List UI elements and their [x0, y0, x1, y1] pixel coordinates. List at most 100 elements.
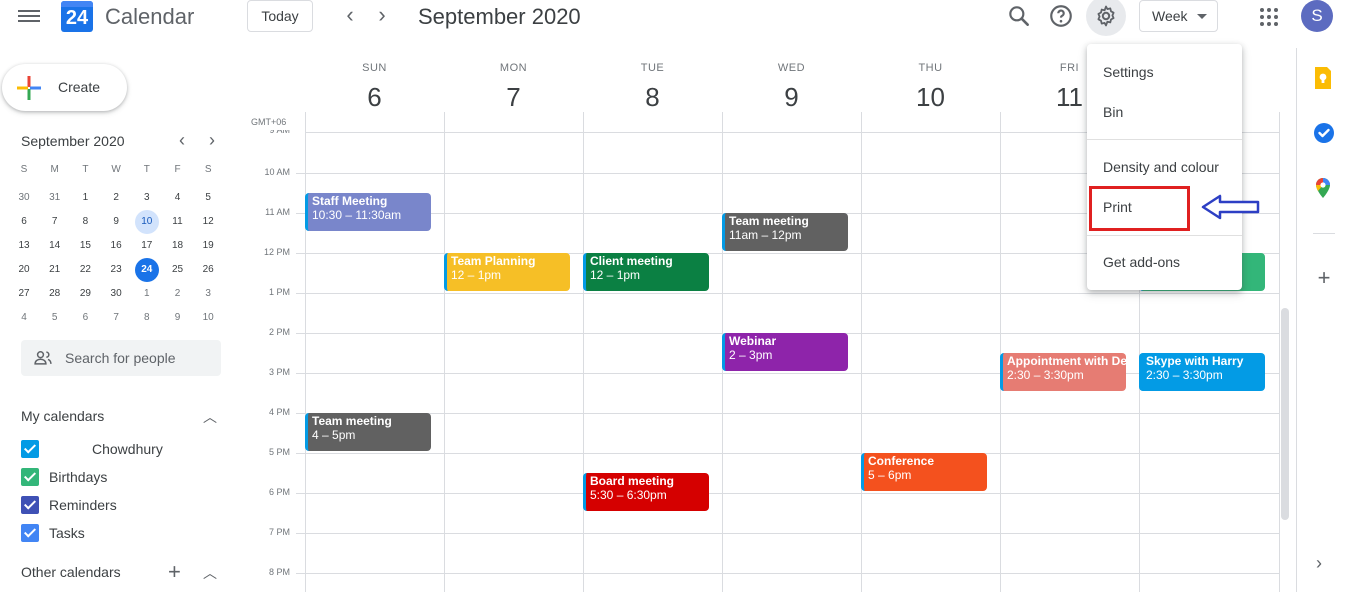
calendar-event[interactable]: Client meeting 12 – 1pm: [583, 253, 709, 291]
mini-calendar-day[interactable]: 5: [43, 306, 67, 330]
add-icon[interactable]: +: [1313, 267, 1335, 289]
mini-calendar-day[interactable]: 31: [43, 186, 67, 210]
mini-calendar-day[interactable]: 9: [104, 210, 128, 234]
day-number[interactable]: 8: [583, 82, 722, 113]
mini-calendar-day[interactable]: 8: [73, 210, 97, 234]
menu-item-settings[interactable]: Settings: [1103, 64, 1154, 80]
day-column-header[interactable]: TUE 8: [583, 62, 722, 113]
previous-period-button[interactable]: ‹: [338, 4, 362, 28]
mini-calendar-day[interactable]: 6: [73, 306, 97, 330]
mini-calendar-day[interactable]: 30: [104, 282, 128, 306]
main-menu-icon[interactable]: [18, 7, 40, 25]
mini-calendar-day[interactable]: 4: [166, 186, 190, 210]
calendar-event[interactable]: Team meeting 4 – 5pm: [305, 413, 431, 451]
calendar-item[interactable]: Birthdays: [21, 466, 201, 488]
chevron-right-icon[interactable]: ›: [1316, 553, 1322, 574]
mini-calendar-day[interactable]: 3: [135, 186, 159, 210]
help-icon[interactable]: [1048, 3, 1074, 29]
mini-calendar-day[interactable]: 14: [43, 234, 67, 258]
google-apps-icon[interactable]: [1259, 7, 1279, 27]
checkbox-checked-icon[interactable]: [21, 496, 39, 514]
mini-calendar-day[interactable]: 30: [12, 186, 36, 210]
mini-calendar-day[interactable]: 5: [196, 186, 220, 210]
calendar-event[interactable]: Appointment with Dentist2:30 – 3:30pm: [1000, 353, 1126, 391]
mini-calendar-day[interactable]: 18: [166, 234, 190, 258]
calendar-item[interactable]: Reminders: [21, 494, 201, 516]
calendar-item[interactable]: Chowdhury: [21, 438, 201, 460]
mini-calendar-day[interactable]: 11: [166, 210, 190, 234]
day-column-header[interactable]: THU 10: [861, 62, 1000, 113]
mini-calendar-day[interactable]: 12: [196, 210, 220, 234]
day-number[interactable]: 10: [861, 82, 1000, 113]
search-people-input[interactable]: Search for people: [21, 340, 221, 376]
chevron-up-icon[interactable]: ︿: [203, 563, 217, 583]
today-button[interactable]: Today: [247, 0, 313, 32]
mini-calendar-day[interactable]: 26: [196, 258, 220, 282]
tasks-icon[interactable]: [1313, 122, 1335, 144]
add-calendar-plus-icon[interactable]: +: [168, 559, 181, 585]
day-column-header[interactable]: MON 7: [444, 62, 583, 113]
mini-calendar-day[interactable]: 8: [135, 306, 159, 330]
mini-calendar-day[interactable]: 23: [104, 258, 128, 282]
mini-calendar-day[interactable]: 4: [12, 306, 36, 330]
mini-calendar-day[interactable]: 2: [166, 282, 190, 306]
calendar-event[interactable]: Webinar 2 – 3pm: [722, 333, 848, 371]
calendar-event[interactable]: Board meeting 5:30 – 6:30pm: [583, 473, 709, 511]
mini-calendar-day[interactable]: 15: [73, 234, 97, 258]
chevron-up-icon[interactable]: ︿: [203, 407, 217, 427]
maps-icon[interactable]: [1313, 177, 1335, 199]
mini-calendar-day[interactable]: 20: [12, 258, 36, 282]
calendar-event[interactable]: Team meeting 11am – 12pm: [722, 213, 848, 251]
mini-calendar-day[interactable]: 9: [166, 306, 190, 330]
day-column-header[interactable]: WED 9: [722, 62, 861, 113]
menu-item-density-and-colour[interactable]: Density and colour: [1103, 159, 1219, 175]
calendar-event[interactable]: Team Planning 12 – 1pm: [444, 253, 570, 291]
grid-scrollbar[interactable]: [1281, 308, 1289, 520]
day-number[interactable]: 9: [722, 82, 861, 113]
calendar-event[interactable]: Conference 5 – 6pm: [861, 453, 987, 491]
calendar-logo-icon[interactable]: 24: [61, 1, 93, 32]
day-number[interactable]: 7: [444, 82, 583, 113]
mini-calendar-day[interactable]: 3: [196, 282, 220, 306]
mini-calendar-previous-icon[interactable]: ‹: [172, 130, 192, 151]
mini-calendar-day[interactable]: 13: [12, 234, 36, 258]
day-column-header[interactable]: SUN 6: [305, 62, 444, 113]
checkbox-checked-icon[interactable]: [21, 468, 39, 486]
mini-calendar-day[interactable]: 17: [135, 234, 159, 258]
mini-calendar-day[interactable]: 19: [196, 234, 220, 258]
mini-calendar-next-icon[interactable]: ›: [202, 130, 222, 151]
my-calendars-heading[interactable]: My calendars: [21, 408, 104, 424]
calendar-event[interactable]: Staff Meeting 10:30 – 11:30am: [305, 193, 431, 231]
menu-item-get-add-ons[interactable]: Get add-ons: [1103, 254, 1180, 270]
view-select[interactable]: Week: [1139, 0, 1218, 32]
mini-calendar-day[interactable]: 16: [104, 234, 128, 258]
mini-calendar-day[interactable]: 1: [135, 282, 159, 306]
mini-calendar-day[interactable]: 2: [104, 186, 128, 210]
mini-calendar-day[interactable]: 10: [196, 306, 220, 330]
mini-calendar-day[interactable]: 29: [73, 282, 97, 306]
mini-calendar-day[interactable]: 24: [134, 258, 159, 282]
calendar-item[interactable]: Tasks: [21, 522, 201, 544]
checkbox-checked-icon[interactable]: [21, 524, 39, 542]
other-calendars-heading[interactable]: Other calendars: [21, 564, 121, 580]
menu-item-bin[interactable]: Bin: [1103, 104, 1123, 120]
calendar-event[interactable]: Skype with Harry 2:30 – 3:30pm: [1139, 353, 1265, 391]
checkbox-checked-icon[interactable]: [21, 440, 39, 458]
settings-gear-button[interactable]: [1086, 0, 1126, 36]
mini-calendar-day[interactable]: 1: [73, 186, 97, 210]
search-icon[interactable]: [1006, 3, 1032, 29]
create-button[interactable]: Create: [2, 64, 127, 111]
mini-calendar-day[interactable]: 7: [104, 306, 128, 330]
mini-calendar-day[interactable]: 28: [43, 282, 67, 306]
next-period-button[interactable]: ›: [370, 4, 394, 28]
mini-calendar-day[interactable]: 10: [134, 210, 159, 234]
day-number[interactable]: 6: [305, 82, 444, 113]
keep-icon[interactable]: [1313, 67, 1335, 89]
account-avatar[interactable]: S: [1301, 0, 1333, 32]
mini-calendar-day[interactable]: 22: [73, 258, 97, 282]
mini-calendar-day[interactable]: 27: [12, 282, 36, 306]
mini-calendar-day[interactable]: 21: [43, 258, 67, 282]
mini-calendar-day[interactable]: 7: [43, 210, 67, 234]
mini-calendar-day[interactable]: 6: [12, 210, 36, 234]
mini-calendar-day[interactable]: 25: [166, 258, 190, 282]
